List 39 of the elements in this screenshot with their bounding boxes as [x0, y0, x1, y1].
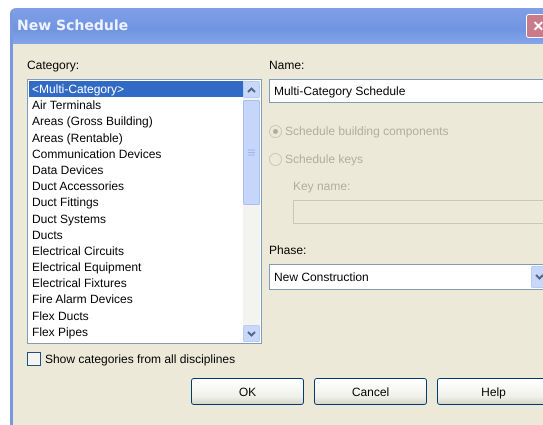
- category-label: Category:: [27, 58, 80, 74]
- category-item[interactable]: Air Terminals: [29, 97, 243, 114]
- dialog-button[interactable]: OK: [191, 378, 304, 405]
- category-item[interactable]: Ducts: [29, 226, 243, 243]
- category-item[interactable]: Areas (Gross Building): [29, 113, 243, 130]
- checkbox-label: Show categories from all disciplines: [45, 352, 236, 366]
- window-title: New Schedule: [17, 18, 128, 34]
- scroll-up-button[interactable]: [243, 81, 260, 98]
- dropdown-button[interactable]: [531, 266, 543, 288]
- category-item[interactable]: Flex Pipes: [29, 324, 243, 340]
- phase-dropdown[interactable]: New Construction: [269, 264, 543, 290]
- category-item[interactable]: Duct Fittings: [29, 194, 243, 210]
- radio-label: Schedule building components: [285, 123, 448, 139]
- category-item[interactable]: Electrical Circuits: [29, 242, 243, 260]
- caret-up-icon: [247, 86, 256, 92]
- caret-down-icon: [247, 330, 256, 336]
- dialog-button[interactable]: Cancel: [314, 378, 427, 405]
- phase-label: Phase:: [269, 243, 308, 259]
- key-name-label: Key name:: [293, 179, 352, 195]
- scroll-down-button[interactable]: [243, 325, 260, 342]
- caret-down-icon: [535, 274, 543, 280]
- checkbox[interactable]: [27, 352, 41, 366]
- dialog-button[interactable]: Help: [437, 378, 543, 405]
- key-name-field[interactable]: [293, 200, 543, 224]
- grip-icon: [248, 149, 255, 156]
- category-item[interactable]: Fire Alarm Devices: [29, 291, 243, 308]
- category-item[interactable]: Duct Accessories: [29, 178, 243, 194]
- category-item[interactable]: Flex Ducts: [29, 308, 243, 324]
- category-item[interactable]: Communication Devices: [29, 146, 243, 162]
- category-item[interactable]: Areas (Rentable): [29, 130, 243, 146]
- name-label: Name:: [269, 58, 306, 74]
- radio-label: Schedule keys: [285, 151, 364, 167]
- category-item[interactable]: Duct Systems: [29, 210, 243, 227]
- name-field[interactable]: Multi-Category Schedule: [269, 79, 543, 103]
- category-item[interactable]: <Multi-Category>: [29, 81, 243, 98]
- scroll-thumb[interactable]: [243, 100, 260, 205]
- category-item[interactable]: Electrical Fixtures: [29, 275, 243, 292]
- category-item[interactable]: Data Devices: [29, 162, 243, 178]
- category-item[interactable]: Electrical Equipment: [29, 259, 243, 276]
